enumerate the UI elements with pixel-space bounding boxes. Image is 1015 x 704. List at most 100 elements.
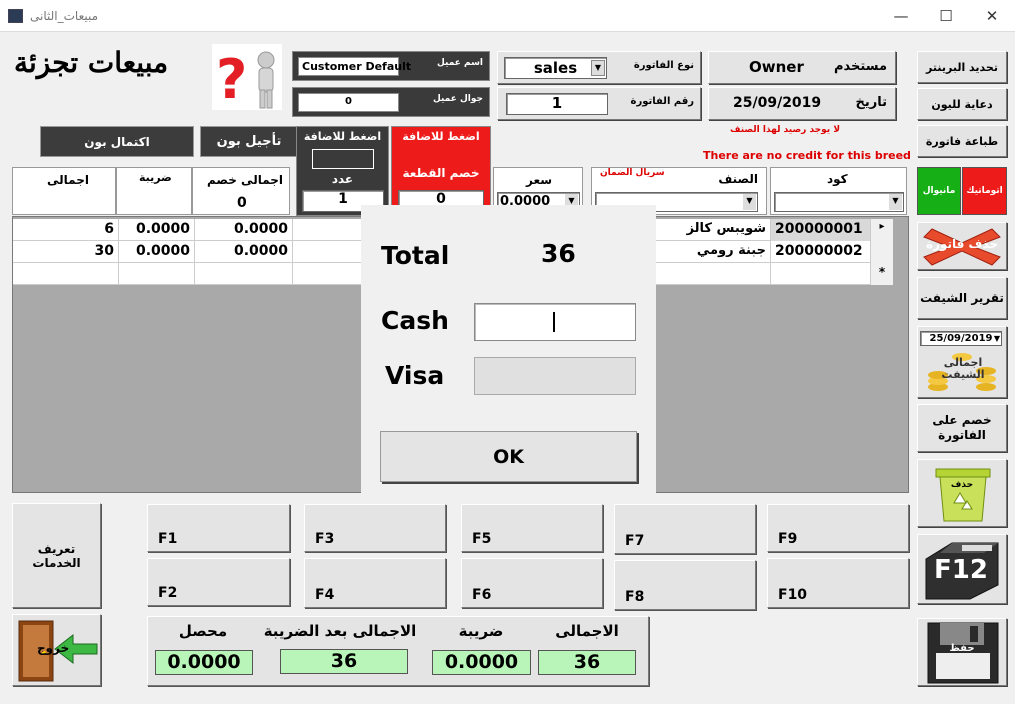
payment-dialog: Total 36 Cash Visa OK [361,205,656,493]
exit-button[interactable]: خروج [12,614,101,686]
f3-label: F3 [315,531,335,547]
no-credit-message: There are no credit for this breed [703,149,911,162]
f1-label: F1 [158,531,178,547]
user-value: Owner [749,58,804,76]
summary-total-value: 36 [538,650,636,675]
delete-invoice-label: حذف فاتورة [925,237,999,251]
f3-button[interactable]: F3 [304,504,446,552]
defer-voucher-button[interactable]: تأجيل بون [200,126,298,157]
row-total: 6 [17,219,119,241]
code-column-header: كود ▼ [770,167,907,215]
chevron-down-icon[interactable]: ▼ [889,194,902,210]
select-printer-button[interactable]: تحديد البرينتر [917,51,1007,83]
app-icon [8,9,23,23]
invoice-discount-button[interactable]: خصم على الفاتورة [917,404,1007,452]
delete-invoice-button[interactable]: حذف فاتورة [917,222,1007,270]
f5-button[interactable]: F5 [461,504,603,552]
code-label: كود [827,172,848,186]
invoice-number-field[interactable]: 1 [506,93,608,115]
after-tax-label: الاجمالى بعد الضريبة [263,622,417,640]
press-add-label: اضغط للاضافة [303,130,382,143]
recycle-delete-button[interactable]: حذف [917,459,1007,527]
save-label: حفظ [949,643,975,654]
press-add-label-2: اضغط للاضافة [402,130,480,143]
row-code [771,263,871,285]
dialog-visa-label: Visa [385,361,445,390]
svg-text:?: ? [216,48,247,110]
invoice-type-select[interactable]: sales ▼ [504,57,607,79]
row-tax: 0.0000 [119,241,195,263]
chevron-down-icon[interactable]: ▼ [591,60,605,76]
row-total: 30 [17,241,119,263]
f10-label: F10 [778,587,808,603]
row-tax: 0.0000 [119,219,195,241]
summary-total-label: الاجمالى [555,622,619,640]
item-discount-label: خصم القطعة [402,166,480,180]
f6-button[interactable]: F6 [461,558,603,608]
cash-input[interactable] [474,303,636,341]
customer-name-field[interactable]: Customer Default [298,57,411,76]
row-code: 200000001 [771,219,871,241]
save-button[interactable]: حفظ [917,618,1007,686]
auto-mode-button[interactable]: اتوماتيك [962,167,1007,215]
total-column-header: اجمالى [12,167,116,215]
maximize-button[interactable]: ☐ [931,4,961,28]
shift-total-label: اجمالى الشيفت [941,356,985,381]
ok-button[interactable]: OK [380,431,637,482]
f8-label: F8 [625,589,645,605]
tax-label: ضريبة [139,171,172,184]
row-code: 200000002 [771,241,871,263]
tax-column-header: ضريبة [116,167,192,215]
collected-label: محصل [178,622,228,640]
invoice-type-value: sales [533,59,578,77]
f6-label: F6 [472,587,492,603]
item-label: الصنف [718,172,758,186]
invoice-type-panel: sales ▼ نوع الفاتورة [497,51,701,84]
help-icon[interactable]: ? [212,44,282,111]
manual-mode-button[interactable]: مانيوال [917,167,961,215]
f10-button[interactable]: F10 [767,558,909,608]
f7-button[interactable]: F7 [614,504,756,554]
dialog-total-value: 36 [541,239,576,268]
f8-button[interactable]: F8 [614,560,756,610]
shift-date-select[interactable]: 25/09/2019 ▼ [920,331,1002,346]
count-add-button[interactable] [312,149,374,169]
item-discount-panel: اضغط للاضافة خصم القطعة 0 [391,126,491,216]
recycle-bin-icon [935,468,991,522]
customer-mobile-field[interactable]: 0 [298,93,399,112]
chevron-down-icon[interactable]: ▼ [743,194,756,210]
row-discount: 0.0000 [195,241,293,263]
shift-report-button[interactable]: تقرير الشيفت [917,277,1007,319]
code-select[interactable]: ▼ [774,192,904,212]
label-print-button[interactable]: دعاية لليون [917,88,1007,120]
shift-total-button[interactable]: 25/09/2019 ▼ اجمالى الشيفت [917,326,1007,398]
chevron-down-icon[interactable]: ▼ [994,332,1000,345]
row-marker: ▸ [871,219,893,241]
visa-input[interactable] [474,357,636,395]
f1-button[interactable]: F1 [147,504,290,552]
delete-label: حذف [950,480,974,490]
customer-name-panel: Customer Default اسم عميل [292,51,490,81]
services-button[interactable]: تعريف الخدمات [12,503,101,608]
no-balance-message: لا يوجد رصيد لهذا الصنف [730,125,841,135]
row-marker: * [871,263,893,285]
f12-label: F12 [934,555,988,585]
exit-label: خروج [37,641,70,655]
date-value: 25/09/2019 [733,95,822,111]
customer-name-label: اسم عميل [436,58,483,68]
f7-label: F7 [625,533,645,549]
minimize-button[interactable]: — [886,4,916,28]
window-title: مبيعات_الثانى [30,9,99,23]
count-panel: اضغط للاضافة عدد 1 [296,126,389,216]
f4-label: F4 [315,587,335,603]
close-button[interactable]: ✕ [977,4,1007,28]
f9-button[interactable]: F9 [767,504,909,552]
complete-voucher-button[interactable]: اكتمال بون [40,126,194,157]
invoice-number-panel: 1 رقم الفاتورة [497,87,701,120]
f2-button[interactable]: F2 [147,558,290,606]
f4-button[interactable]: F4 [304,558,446,608]
f12-button[interactable]: F12 [917,534,1007,604]
f2-label: F2 [158,585,178,601]
print-invoice-button[interactable]: طباعة فاتورة [917,125,1007,157]
discount-total-value: 0 [237,195,247,211]
